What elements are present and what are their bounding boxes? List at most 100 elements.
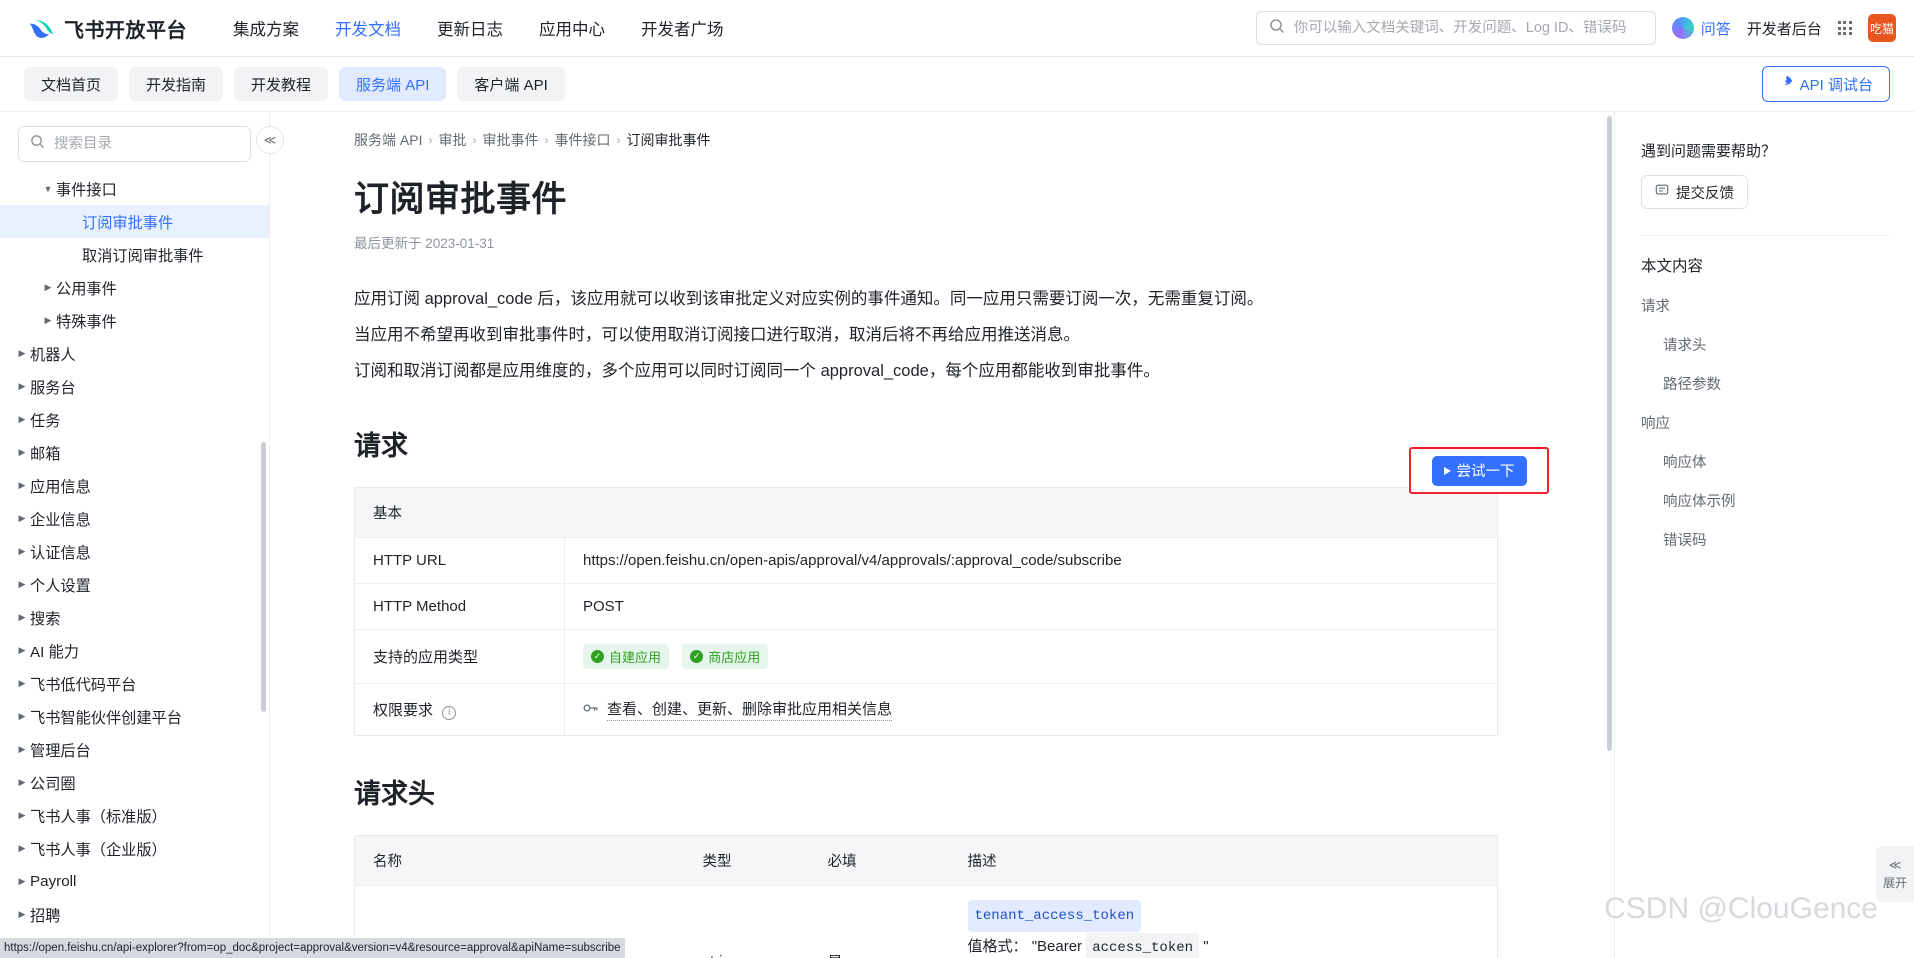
toc-item-2[interactable]: 路径参数 xyxy=(1641,364,1890,403)
toc-item-5[interactable]: 响应体示例 xyxy=(1641,481,1890,520)
sidebar-item-15[interactable]: ▶ 飞书低代码平台 xyxy=(0,667,269,700)
sidebar-item-11[interactable]: ▶ 认证信息 xyxy=(0,535,269,568)
brand-logo[interactable]: 飞书开放平台 xyxy=(28,14,187,43)
sidebar-search[interactable] xyxy=(18,126,251,162)
sidebar-item-label: 应用信息 xyxy=(30,478,91,496)
tab-2[interactable]: 开发教程 xyxy=(234,67,329,101)
toc-item-6[interactable]: 错误码 xyxy=(1641,520,1890,559)
intro-paragraph-3: 订阅和取消订阅都是应用维度的，多个应用可以同时订阅同一个 approval_co… xyxy=(354,361,1160,380)
sidebar-item-label: 邮箱 xyxy=(30,445,61,463)
sidebar-item-22[interactable]: ▶ 招聘 xyxy=(0,898,269,931)
check-icon: ✓ xyxy=(690,650,704,664)
column-header-name: 名称 xyxy=(354,835,685,887)
tab-3[interactable]: 服务端 API xyxy=(339,67,447,101)
content-scrollbar[interactable] xyxy=(1607,116,1612,751)
tab-4[interactable]: 客户端 API xyxy=(457,67,565,101)
sidebar-collapse-button[interactable]: ≪ xyxy=(256,126,284,154)
developer-console-link[interactable]: 开发者后台 xyxy=(1747,18,1822,39)
chevron-right-icon: ▶ xyxy=(18,480,26,490)
submit-feedback-button[interactable]: 提交反馈 xyxy=(1641,175,1748,209)
chevron-left-icon: ≪ xyxy=(1888,857,1902,872)
tab-0[interactable]: 文档首页 xyxy=(24,67,119,101)
breadcrumb-item-1[interactable]: 审批 xyxy=(438,130,466,150)
nav-item-1[interactable]: 开发文档 xyxy=(335,16,401,40)
toc-item-0[interactable]: 请求 xyxy=(1641,286,1890,325)
basic-table-header: 基本 xyxy=(354,487,1498,539)
sidebar-item-2[interactable]: ▶取消订阅审批事件 xyxy=(0,238,269,271)
sidebar-item-21[interactable]: ▶ Payroll xyxy=(0,865,269,898)
value-format-code: access_token xyxy=(1086,933,1200,958)
sidebar-item-4[interactable]: ▶ 特殊事件 xyxy=(0,304,269,337)
sidebar-item-8[interactable]: ▶ 邮箱 xyxy=(0,436,269,469)
sidebar-item-10[interactable]: ▶ 企业信息 xyxy=(0,502,269,535)
sidebar-item-label: 特殊事件 xyxy=(56,313,117,331)
nav-item-0[interactable]: 集成方案 xyxy=(233,16,299,40)
column-header-required: 必填 xyxy=(809,835,950,887)
global-search[interactable] xyxy=(1255,11,1656,45)
sidebar-item-3[interactable]: ▶ 公用事件 xyxy=(0,271,269,304)
app-type-tags: ✓ 自建应用 ✓ 商店应用 xyxy=(564,629,1498,685)
tab-1[interactable]: 开发指南 xyxy=(129,67,224,101)
avatar[interactable]: 吃猫 xyxy=(1868,14,1896,42)
row-value: https://open.feishu.cn/open-apis/approva… xyxy=(564,537,1498,585)
toc-item-4[interactable]: 响应体 xyxy=(1641,442,1890,481)
row-key: 支持的应用类型 xyxy=(354,629,565,685)
qa-label: 问答 xyxy=(1700,20,1731,38)
chevron-right-icon: ▶ xyxy=(18,744,26,754)
breadcrumb-item-3[interactable]: 事件接口 xyxy=(554,130,610,150)
key-icon xyxy=(583,701,599,719)
qa-assistant-button[interactable]: 问答 xyxy=(1671,17,1731,39)
right-toc-sidebar: 遇到问题需要帮助？ 提交反馈 本文内容 请求 请求头 路径参数 响应 响应体 响应体示例错… xyxy=(1614,112,1914,958)
row-key: 权限要求 i xyxy=(354,683,565,736)
nav-item-4[interactable]: 开发者广场 xyxy=(641,16,724,40)
last-updated: 最后更新于 2023-01-31 xyxy=(354,236,495,251)
sidebar-item-7[interactable]: ▶ 任务 xyxy=(0,403,269,436)
breadcrumb-item-2[interactable]: 审批事件 xyxy=(482,130,538,150)
sidebar-item-9[interactable]: ▶ 应用信息 xyxy=(0,469,269,502)
sidebar-item-16[interactable]: ▶ 飞书智能伙伴创建平台 xyxy=(0,700,269,733)
column-header-desc: 描述 xyxy=(949,835,1498,887)
sidebar-item-label: 任务 xyxy=(30,412,61,430)
sidebar-item-label: Payroll xyxy=(30,873,77,890)
api-console-button[interactable]: API 调试台 xyxy=(1761,66,1890,102)
info-icon[interactable]: i xyxy=(442,705,457,720)
section-headers-heading: 请求头 xyxy=(354,779,435,810)
sidebar-item-0[interactable]: ▼ 事件接口 xyxy=(0,172,269,205)
sidebar-item-label: 认证信息 xyxy=(30,544,91,562)
sidebar-item-14[interactable]: ▶ AI 能力 xyxy=(0,634,269,667)
value-format-suffix: " xyxy=(1203,938,1209,956)
breadcrumb-item-0[interactable]: 服务端 API xyxy=(354,130,422,150)
main-content: 服务端 API › 审批 › 审批事件 › 事件接口 › 订阅审批事件 订阅审批事件 最后更新于… xyxy=(270,112,1614,958)
expand-panel-button[interactable]: ≪ 展开 xyxy=(1876,846,1914,902)
nav-item-2[interactable]: 更新日志 xyxy=(437,16,503,40)
sidebar-item-18[interactable]: ▶ 公司圈 xyxy=(0,766,269,799)
sidebar-item-13[interactable]: ▶ 搜索 xyxy=(0,601,269,634)
toc-item-1[interactable]: 请求头 xyxy=(1641,325,1890,364)
sidebar-item-6[interactable]: ▶ 服务台 xyxy=(0,370,269,403)
sidebar-item-12[interactable]: ▶ 个人设置 xyxy=(0,568,269,601)
sidebar-item-17[interactable]: ▶ 管理后台 xyxy=(0,733,269,766)
sidebar-search-input[interactable] xyxy=(54,136,239,152)
feedback-label: 提交反馈 xyxy=(1676,185,1734,202)
sidebar-scrollbar[interactable] xyxy=(261,442,266,712)
chevron-right-icon: ▶ xyxy=(18,810,26,820)
tag-label: 商店应用 xyxy=(708,650,761,666)
sidebar-item-20[interactable]: ▶ 飞书人事（企业版） xyxy=(0,832,269,865)
feishu-logo-icon xyxy=(28,15,55,42)
toc-item-3[interactable]: 响应 xyxy=(1641,403,1890,442)
basic-info-table: 基本 HTTP URL https://open.feishu.cn/open-… xyxy=(354,487,1498,737)
breadcrumb-item-4[interactable]: 订阅审批事件 xyxy=(626,130,710,150)
try-it-highlight-box: 尝试一下 xyxy=(1409,447,1549,494)
chevron-right-icon: ▶ xyxy=(18,678,26,688)
intro-paragraph-2: 当应用不希望再收到审批事件时，可以使用取消订阅接口进行取消，取消后将不再给应用推… xyxy=(354,325,1080,344)
app-grid-icon[interactable] xyxy=(1837,20,1852,36)
brand-name: 飞书开放平台 xyxy=(64,19,187,42)
search-input[interactable] xyxy=(1293,20,1643,36)
chevron-right-icon: ▶ xyxy=(44,315,52,325)
sidebar-item-5[interactable]: ▶ 机器人 xyxy=(0,337,269,370)
try-it-button[interactable]: 尝试一下 xyxy=(1431,455,1527,486)
sidebar-item-19[interactable]: ▶ 飞书人事（标准版） xyxy=(0,799,269,832)
nav-item-3[interactable]: 应用中心 xyxy=(539,16,605,40)
row-value: POST xyxy=(564,583,1498,631)
sidebar-item-1[interactable]: ▶订阅审批事件 xyxy=(0,205,269,238)
